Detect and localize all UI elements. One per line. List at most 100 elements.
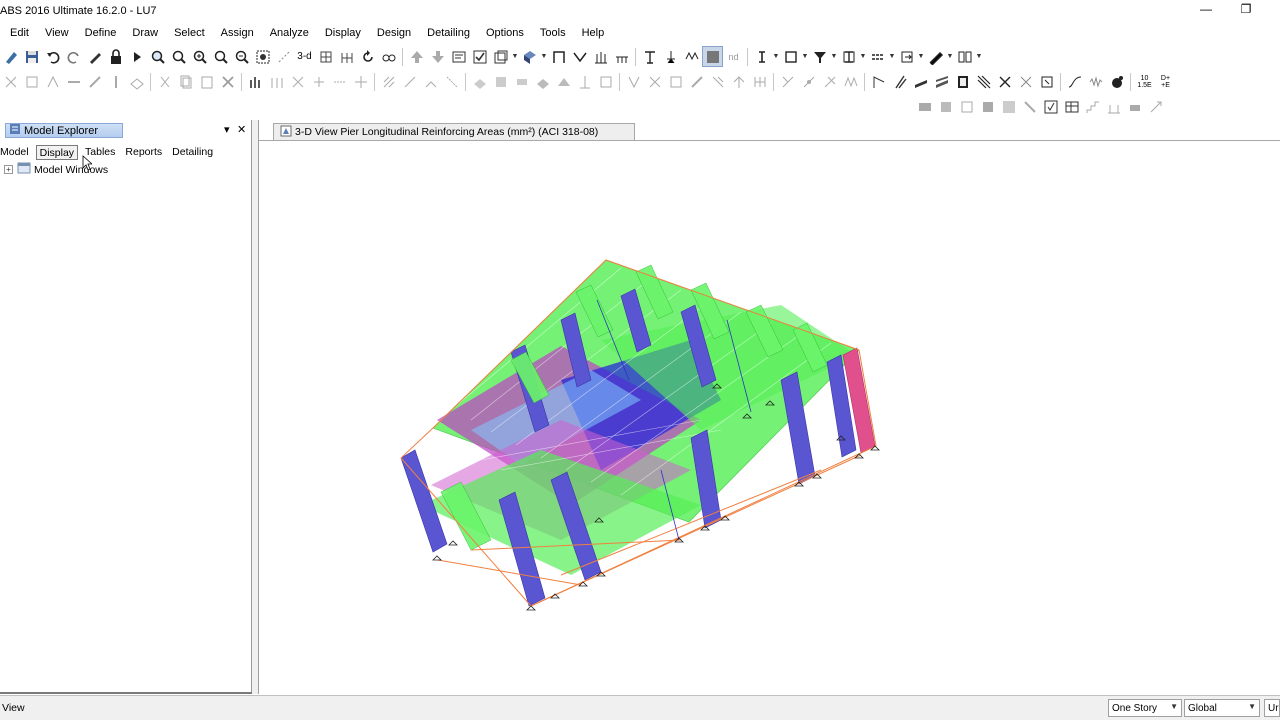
show-copy-icon[interactable]	[1036, 71, 1057, 92]
combo-dv-icon[interactable]: D+ +E	[1155, 71, 1176, 92]
plan-view-icon[interactable]	[315, 46, 336, 67]
hinge-icon[interactable]	[819, 71, 840, 92]
link-icon[interactable]	[896, 46, 917, 67]
joint-icon[interactable]	[660, 46, 681, 67]
move-down-icon[interactable]	[427, 46, 448, 67]
save-icon[interactable]	[21, 46, 42, 67]
chevron-down-icon[interactable]: ▼	[801, 53, 809, 60]
design-settings-icon[interactable]	[1145, 96, 1166, 117]
brace-icon[interactable]	[569, 46, 590, 67]
load-seismic-icon[interactable]	[728, 71, 749, 92]
design-steel-icon[interactable]	[914, 96, 935, 117]
redo-icon[interactable]	[63, 46, 84, 67]
show-deformed-icon[interactable]	[868, 71, 889, 92]
display-mode-icon[interactable]	[702, 46, 723, 67]
menu-assign[interactable]: Assign	[221, 27, 254, 39]
pan-icon[interactable]	[252, 46, 273, 67]
load-temp-icon[interactable]	[686, 71, 707, 92]
assign-opening-icon[interactable]	[532, 71, 553, 92]
draw-tool-icon[interactable]	[925, 46, 946, 67]
tree-item-model-windows[interactable]: + Model Windows	[4, 162, 108, 177]
menu-tools[interactable]: Tools	[540, 27, 566, 39]
explorer-close-icon[interactable]: ✕	[237, 123, 246, 136]
paste-icon[interactable]	[196, 71, 217, 92]
wall-assign-icon[interactable]	[838, 46, 859, 67]
menu-display[interactable]: Display	[325, 27, 361, 39]
hatch-icon[interactable]	[867, 46, 888, 67]
zoom-out-icon[interactable]	[231, 46, 252, 67]
menu-view[interactable]: View	[45, 27, 69, 39]
assign-joint-icon[interactable]	[574, 71, 595, 92]
draw-floor-icon[interactable]	[126, 71, 147, 92]
restore-button[interactable]: ❐	[1226, 2, 1266, 20]
draw-link-icon[interactable]	[42, 71, 63, 92]
cut-icon[interactable]	[154, 71, 175, 92]
zoom-window-icon[interactable]	[147, 46, 168, 67]
chevron-down-icon[interactable]: ▼	[511, 53, 519, 60]
draw-point-icon[interactable]	[0, 71, 21, 92]
menu-detailing[interactable]: Detailing	[427, 27, 470, 39]
design-check-icon[interactable]	[1040, 96, 1061, 117]
object-shading-icon[interactable]	[519, 46, 540, 67]
design-table-icon[interactable]	[1061, 96, 1082, 117]
assign-area-icon[interactable]	[595, 71, 616, 92]
run-analysis-icon[interactable]	[126, 46, 147, 67]
menu-help[interactable]: Help	[582, 27, 605, 39]
units-button[interactable]: Ur	[1264, 699, 1280, 717]
extrude-icon[interactable]	[266, 71, 287, 92]
perspective-toggle-icon[interactable]	[378, 46, 399, 67]
replicate-icon[interactable]	[245, 71, 266, 92]
split-icon[interactable]	[441, 71, 462, 92]
menu-draw[interactable]: Draw	[132, 27, 158, 39]
chevron-down-icon[interactable]: ▼	[917, 53, 925, 60]
menu-options[interactable]: Options	[486, 27, 524, 39]
assign-pier-icon[interactable]	[490, 71, 511, 92]
chevron-down-icon[interactable]: ▼	[772, 53, 780, 60]
pin-dropdown-icon[interactable]: ▾	[224, 123, 230, 136]
undo-icon[interactable]	[42, 46, 63, 67]
filter-icon[interactable]	[809, 46, 830, 67]
menu-define[interactable]: Define	[85, 27, 117, 39]
move-icon[interactable]	[350, 71, 371, 92]
chevron-down-icon[interactable]: ▼	[975, 53, 983, 60]
chevron-down-icon[interactable]: ▼	[540, 53, 548, 60]
load-wind-icon[interactable]	[707, 71, 728, 92]
edge-icon[interactable]	[399, 71, 420, 92]
story-select[interactable]: One Story ▼	[1108, 699, 1182, 717]
align-icon[interactable]	[329, 71, 350, 92]
zoom-restore-icon[interactable]	[168, 46, 189, 67]
copy-icon[interactable]	[175, 71, 196, 92]
mesh-icon[interactable]	[378, 71, 399, 92]
deck-icon[interactable]	[611, 46, 632, 67]
draw-grid-icon[interactable]	[21, 71, 42, 92]
text-cursor-icon[interactable]	[751, 46, 772, 67]
menu-design[interactable]: Design	[377, 27, 411, 39]
chevron-down-icon[interactable]: ▼	[859, 53, 867, 60]
assign-spandrel-icon[interactable]	[511, 71, 532, 92]
rotate-view-icon[interactable]	[357, 46, 378, 67]
merge-icon[interactable]	[308, 71, 329, 92]
palette-icon[interactable]	[1106, 71, 1127, 92]
check-model-icon[interactable]	[469, 46, 490, 67]
design-composite-icon[interactable]	[956, 96, 977, 117]
chevron-down-icon[interactable]: ▼	[946, 53, 954, 60]
show-reactions-icon[interactable]	[931, 71, 952, 92]
zoom-in-icon[interactable]	[189, 46, 210, 67]
minimize-button[interactable]: —	[1186, 2, 1226, 20]
tab-reports[interactable]: Reports	[122, 145, 165, 160]
design-rebar-icon[interactable]	[1103, 96, 1124, 117]
load-grid-icon[interactable]	[749, 71, 770, 92]
structural-model-3d[interactable]	[259, 141, 1280, 694]
select-options-icon[interactable]	[490, 46, 511, 67]
column-section-icon[interactable]	[639, 46, 660, 67]
pencil-icon[interactable]	[84, 46, 105, 67]
layout-icon[interactable]	[954, 46, 975, 67]
design-print-icon[interactable]	[1124, 96, 1145, 117]
load-point-icon[interactable]	[623, 71, 644, 92]
expand-icon[interactable]: +	[4, 165, 13, 174]
coordinate-system-select[interactable]: Global ▼	[1184, 699, 1260, 717]
design-joist-icon[interactable]	[977, 96, 998, 117]
join-icon[interactable]	[420, 71, 441, 92]
zoom-all-icon[interactable]	[210, 46, 231, 67]
design-stairs-icon[interactable]	[1082, 96, 1103, 117]
